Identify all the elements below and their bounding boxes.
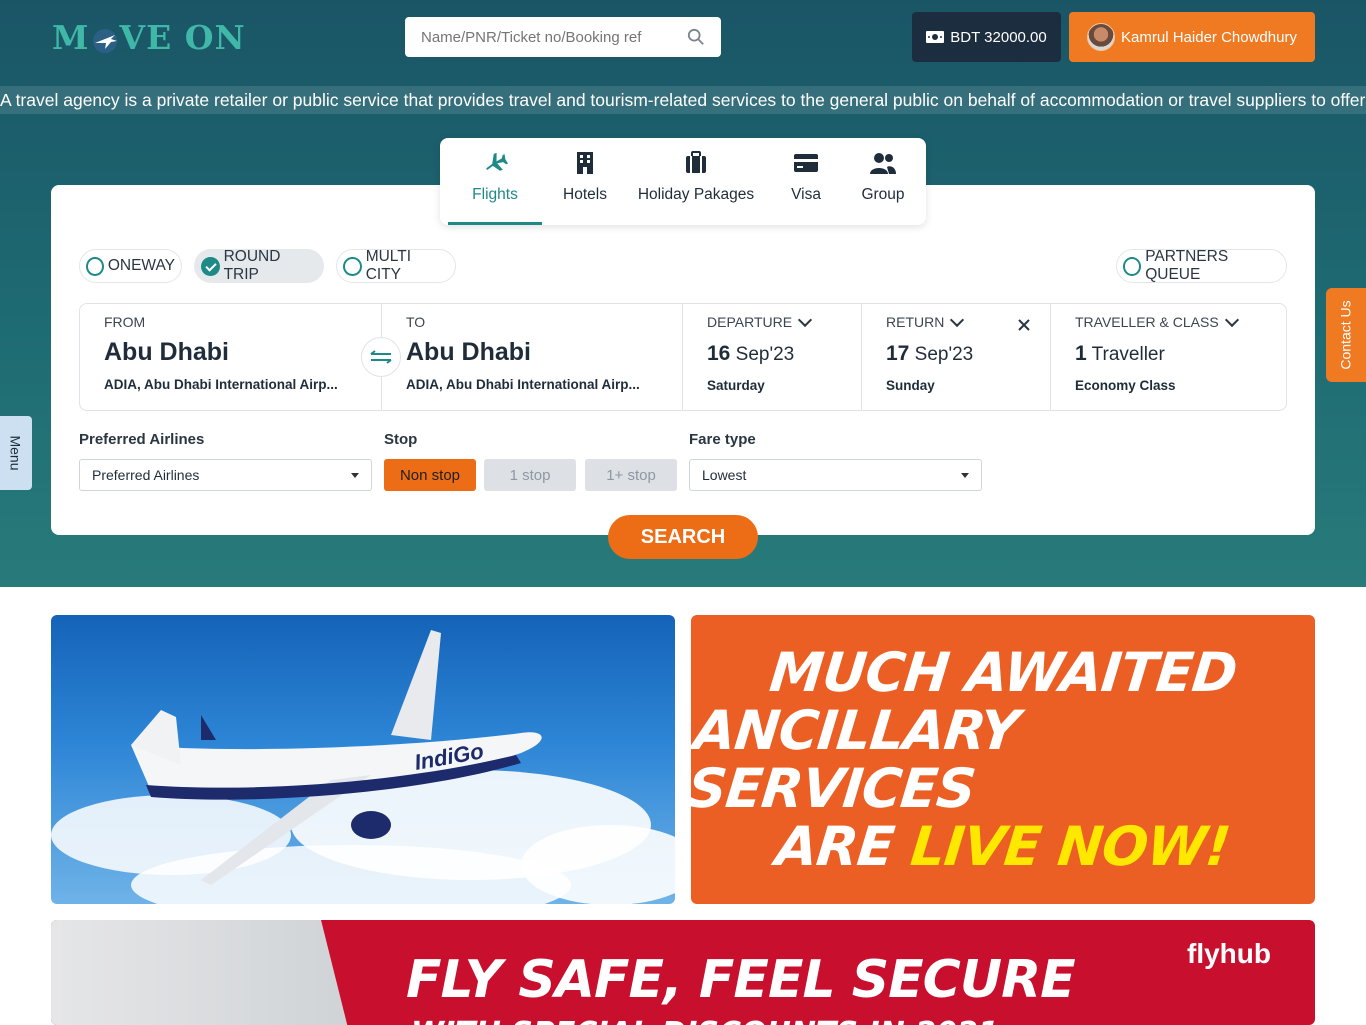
user-name: Kamrul Haider Chowdhury	[1121, 28, 1297, 46]
departure-month: Sep'23	[735, 344, 795, 365]
fly-safe-heading: FLY SAFE, FEEL SECURE	[406, 950, 1076, 1010]
user-menu-button[interactable]: Kamrul Haider Chowdhury	[1069, 12, 1315, 62]
radio-oneway[interactable]	[86, 256, 104, 276]
preferred-airlines-label: Preferred Airlines	[79, 431, 205, 448]
tab-group[interactable]: Group	[848, 138, 918, 225]
card-icon	[794, 154, 818, 172]
money-icon	[926, 31, 945, 43]
avatar	[1087, 23, 1116, 51]
info-marquee: A travel agency is a private retailer or…	[0, 86, 1366, 114]
fly-safe-subheading: WITH SPECIAL DISCOUNTS IN 2021	[411, 1016, 999, 1025]
contact-us-label: Contact Us	[1338, 300, 1354, 370]
stop-non-stop-button[interactable]: Non stop	[384, 459, 476, 491]
ancillary-line-3b: LIVE NOW!	[908, 814, 1234, 878]
return-month: Sep'23	[914, 344, 974, 365]
tab-holiday-packages[interactable]: Holiday Pakages	[628, 138, 764, 225]
swap-button[interactable]	[361, 337, 401, 377]
traveller-count-label: Traveller	[1091, 344, 1165, 365]
traveller-count: 1	[1075, 342, 1087, 365]
fare-type-select[interactable]: Lowest	[689, 459, 982, 491]
from-airport: ADIA, Abu Dhabi International Airp...	[104, 377, 338, 392]
from-field[interactable]: FROM Abu Dhabi ADIA, Abu Dhabi Internati…	[80, 304, 382, 410]
to-field[interactable]: TO Abu Dhabi ADIA, Abu Dhabi Internation…	[382, 304, 683, 410]
check-icon[interactable]	[201, 256, 220, 276]
departure-field[interactable]: DEPARTURE 16 Sep'23 Saturday	[683, 304, 862, 410]
traveller-label: TRAVELLER & CLASS	[1075, 314, 1219, 330]
chevron-down-icon	[797, 312, 813, 327]
departure-label: DEPARTURE	[707, 314, 793, 330]
radio-multi-city[interactable]	[343, 256, 362, 276]
booking-search-input[interactable]	[421, 28, 687, 46]
contact-us-tab[interactable]: Contact Us	[1326, 288, 1366, 382]
trip-type-oneway[interactable]: ONEWAY	[79, 249, 182, 283]
search-icon[interactable]	[687, 28, 705, 46]
caret-down-icon	[961, 472, 969, 478]
fare-type-value: Lowest	[702, 467, 747, 483]
tab-visa[interactable]: Visa	[764, 138, 848, 225]
to-airport: ADIA, Abu Dhabi International Airp...	[406, 377, 640, 392]
banner-indigo[interactable]: IndiGo	[51, 615, 675, 904]
ancillary-line-2: ANCILLARY SERVICES	[691, 698, 1022, 820]
marquee-text: A travel agency is a private retailer or…	[0, 90, 1366, 110]
balance-amount: BDT 32000.00	[950, 28, 1047, 46]
swap-icon	[370, 350, 392, 364]
balance-button[interactable]: BDT 32000.00	[912, 12, 1061, 62]
close-icon[interactable]	[1018, 319, 1030, 331]
traveller-class-field[interactable]: TRAVELLER & CLASS 1 Traveller Economy Cl…	[1051, 304, 1286, 410]
partners-queue-toggle[interactable]: PARTNERS QUEUE	[1116, 248, 1287, 283]
return-field[interactable]: RETURN 17 Sep'23 Sunday	[862, 304, 1051, 410]
departure-weekday: Saturday	[707, 378, 765, 393]
radio-partners-queue[interactable]	[1123, 256, 1142, 276]
preferred-airlines-select[interactable]: Preferred Airlines	[79, 459, 372, 491]
preferred-airlines-value: Preferred Airlines	[92, 467, 200, 483]
route-box: FROM Abu Dhabi ADIA, Abu Dhabi Internati…	[79, 303, 1287, 411]
caret-down-icon	[351, 472, 359, 478]
chevron-down-icon	[1224, 312, 1239, 327]
globe-plane-icon	[91, 24, 119, 53]
side-menu-tab[interactable]: Menu	[0, 416, 32, 490]
flyhub-logo: flyhub	[1187, 938, 1271, 969]
airplane-image: IndiGo	[51, 630, 675, 904]
search-button[interactable]: SEARCH	[608, 515, 758, 559]
from-city: Abu Dhabi	[104, 338, 229, 366]
tab-hotels[interactable]: Hotels	[542, 138, 628, 225]
banner-ancillary[interactable]: MUCH AWAITED ANCILLARY SERVICES ARE LIVE…	[691, 615, 1315, 904]
stop-label: Stop	[384, 431, 418, 448]
side-menu-label: Menu	[8, 435, 24, 471]
fare-type-label: Fare type	[689, 431, 756, 448]
people-photo	[51, 920, 351, 1025]
to-city: Abu Dhabi	[406, 338, 531, 366]
plane-icon	[486, 152, 508, 171]
banner-fly-safe[interactable]: FLY SAFE, FEEL SECURE WITH SPECIAL DISCO…	[51, 920, 1315, 1025]
ancillary-line-3a: ARE	[773, 814, 915, 878]
return-label: RETURN	[886, 314, 945, 330]
return-weekday: Sunday	[886, 378, 935, 393]
travel-class: Economy Class	[1075, 378, 1176, 393]
service-tabs: Flights Hotels Holiday Pakages Visa Grou…	[440, 138, 926, 225]
luggage-icon	[686, 151, 706, 173]
departure-day: 16	[707, 342, 731, 365]
trip-type-round-trip[interactable]: ROUND TRIP	[194, 248, 324, 283]
return-day: 17	[886, 342, 910, 365]
tab-flights[interactable]: Flights	[448, 138, 542, 225]
logo[interactable]: M VE ON	[52, 18, 246, 57]
to-label: TO	[406, 314, 426, 330]
chevron-down-icon	[950, 312, 965, 327]
group-icon	[870, 153, 896, 174]
from-label: FROM	[104, 314, 146, 330]
stop-1-stop-button[interactable]: 1 stop	[484, 459, 576, 491]
hotel-icon	[577, 152, 593, 174]
stop-1plus-stop-button[interactable]: 1+ stop	[585, 459, 677, 491]
ancillary-line-1: MUCH AWAITED	[766, 640, 1240, 704]
booking-search[interactable]	[405, 17, 721, 57]
trip-type-multi-city[interactable]: MULTI CITY	[336, 248, 456, 283]
